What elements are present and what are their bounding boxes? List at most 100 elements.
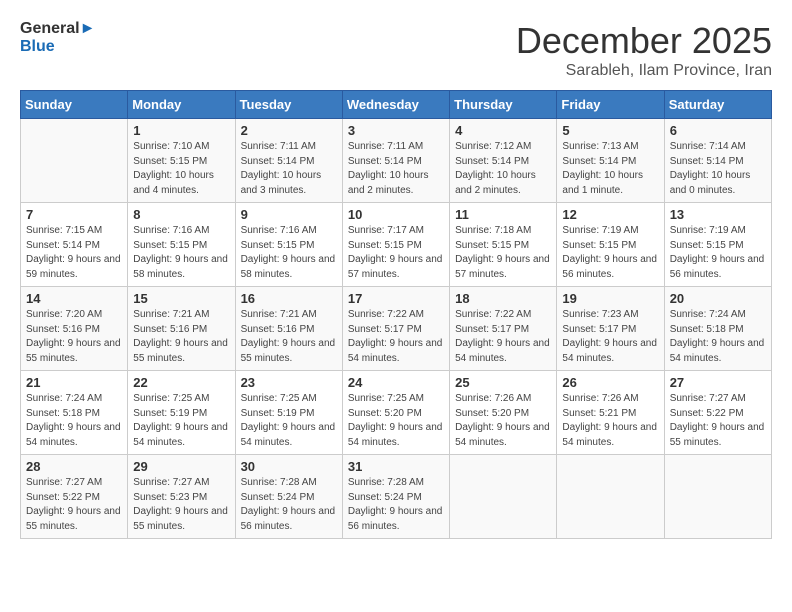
day-info: Sunrise: 7:13 AMSunset: 5:14 PMDaylight:… — [562, 141, 643, 196]
calendar-cell — [664, 455, 771, 539]
calendar-cell: 18 Sunrise: 7:22 AMSunset: 5:17 PMDaylig… — [450, 287, 557, 371]
day-number: 18 — [455, 291, 551, 306]
day-info: Sunrise: 7:28 AMSunset: 5:24 PMDaylight:… — [348, 477, 443, 532]
calendar-cell: 8 Sunrise: 7:16 AMSunset: 5:15 PMDayligh… — [128, 203, 235, 287]
calendar-cell: 16 Sunrise: 7:21 AMSunset: 5:16 PMDaylig… — [235, 287, 342, 371]
calendar-cell: 21 Sunrise: 7:24 AMSunset: 5:18 PMDaylig… — [21, 371, 128, 455]
calendar-cell: 11 Sunrise: 7:18 AMSunset: 5:15 PMDaylig… — [450, 203, 557, 287]
day-info: Sunrise: 7:18 AMSunset: 5:15 PMDaylight:… — [455, 225, 550, 280]
day-number: 2 — [241, 123, 337, 138]
calendar-cell: 17 Sunrise: 7:22 AMSunset: 5:17 PMDaylig… — [342, 287, 449, 371]
header-thursday: Thursday — [450, 91, 557, 119]
day-info: Sunrise: 7:17 AMSunset: 5:15 PMDaylight:… — [348, 225, 443, 280]
day-info: Sunrise: 7:10 AMSunset: 5:15 PMDaylight:… — [133, 141, 214, 196]
day-info: Sunrise: 7:22 AMSunset: 5:17 PMDaylight:… — [348, 309, 443, 364]
day-number: 7 — [26, 207, 122, 222]
day-number: 13 — [670, 207, 766, 222]
day-info: Sunrise: 7:26 AMSunset: 5:20 PMDaylight:… — [455, 393, 550, 448]
calendar-cell — [450, 455, 557, 539]
header-wednesday: Wednesday — [342, 91, 449, 119]
calendar-cell: 26 Sunrise: 7:26 AMSunset: 5:21 PMDaylig… — [557, 371, 664, 455]
day-info: Sunrise: 7:24 AMSunset: 5:18 PMDaylight:… — [670, 309, 765, 364]
calendar-table: SundayMondayTuesdayWednesdayThursdayFrid… — [20, 90, 772, 539]
month-title: December 2025 — [516, 20, 772, 62]
calendar-cell: 27 Sunrise: 7:27 AMSunset: 5:22 PMDaylig… — [664, 371, 771, 455]
day-number: 23 — [241, 375, 337, 390]
day-info: Sunrise: 7:11 AMSunset: 5:14 PMDaylight:… — [348, 141, 429, 196]
calendar-cell: 23 Sunrise: 7:25 AMSunset: 5:19 PMDaylig… — [235, 371, 342, 455]
day-number: 21 — [26, 375, 122, 390]
day-number: 6 — [670, 123, 766, 138]
day-number: 14 — [26, 291, 122, 306]
title-block: December 2025 Sarableh, Ilam Province, I… — [516, 20, 772, 80]
day-info: Sunrise: 7:12 AMSunset: 5:14 PMDaylight:… — [455, 141, 536, 196]
calendar-cell: 7 Sunrise: 7:15 AMSunset: 5:14 PMDayligh… — [21, 203, 128, 287]
day-info: Sunrise: 7:28 AMSunset: 5:24 PMDaylight:… — [241, 477, 336, 532]
calendar-cell: 30 Sunrise: 7:28 AMSunset: 5:24 PMDaylig… — [235, 455, 342, 539]
calendar-cell: 19 Sunrise: 7:23 AMSunset: 5:17 PMDaylig… — [557, 287, 664, 371]
header-sunday: Sunday — [21, 91, 128, 119]
calendar-cell: 5 Sunrise: 7:13 AMSunset: 5:14 PMDayligh… — [557, 119, 664, 203]
day-number: 8 — [133, 207, 229, 222]
calendar-cell: 3 Sunrise: 7:11 AMSunset: 5:14 PMDayligh… — [342, 119, 449, 203]
location-subtitle: Sarableh, Ilam Province, Iran — [516, 62, 772, 80]
day-number: 9 — [241, 207, 337, 222]
day-info: Sunrise: 7:23 AMSunset: 5:17 PMDaylight:… — [562, 309, 657, 364]
day-info: Sunrise: 7:25 AMSunset: 5:20 PMDaylight:… — [348, 393, 443, 448]
calendar-cell: 13 Sunrise: 7:19 AMSunset: 5:15 PMDaylig… — [664, 203, 771, 287]
day-number: 27 — [670, 375, 766, 390]
day-info: Sunrise: 7:26 AMSunset: 5:21 PMDaylight:… — [562, 393, 657, 448]
calendar-cell: 1 Sunrise: 7:10 AMSunset: 5:15 PMDayligh… — [128, 119, 235, 203]
day-info: Sunrise: 7:24 AMSunset: 5:18 PMDaylight:… — [26, 393, 121, 448]
page-header: General► Blue December 2025 Sarableh, Il… — [20, 20, 772, 80]
calendar-cell — [557, 455, 664, 539]
day-info: Sunrise: 7:25 AMSunset: 5:19 PMDaylight:… — [241, 393, 336, 448]
day-number: 26 — [562, 375, 658, 390]
day-info: Sunrise: 7:27 AMSunset: 5:22 PMDaylight:… — [26, 477, 121, 532]
calendar-cell: 31 Sunrise: 7:28 AMSunset: 5:24 PMDaylig… — [342, 455, 449, 539]
calendar-cell: 4 Sunrise: 7:12 AMSunset: 5:14 PMDayligh… — [450, 119, 557, 203]
logo: General► Blue — [20, 20, 95, 55]
day-info: Sunrise: 7:19 AMSunset: 5:15 PMDaylight:… — [562, 225, 657, 280]
day-number: 11 — [455, 207, 551, 222]
day-info: Sunrise: 7:21 AMSunset: 5:16 PMDaylight:… — [133, 309, 228, 364]
day-info: Sunrise: 7:16 AMSunset: 5:15 PMDaylight:… — [133, 225, 228, 280]
calendar-cell: 9 Sunrise: 7:16 AMSunset: 5:15 PMDayligh… — [235, 203, 342, 287]
calendar-cell: 20 Sunrise: 7:24 AMSunset: 5:18 PMDaylig… — [664, 287, 771, 371]
day-number: 24 — [348, 375, 444, 390]
calendar-cell: 15 Sunrise: 7:21 AMSunset: 5:16 PMDaylig… — [128, 287, 235, 371]
calendar-cell: 22 Sunrise: 7:25 AMSunset: 5:19 PMDaylig… — [128, 371, 235, 455]
day-number: 29 — [133, 459, 229, 474]
day-info: Sunrise: 7:22 AMSunset: 5:17 PMDaylight:… — [455, 309, 550, 364]
day-number: 30 — [241, 459, 337, 474]
day-number: 19 — [562, 291, 658, 306]
day-number: 15 — [133, 291, 229, 306]
day-info: Sunrise: 7:19 AMSunset: 5:15 PMDaylight:… — [670, 225, 765, 280]
calendar-cell: 2 Sunrise: 7:11 AMSunset: 5:14 PMDayligh… — [235, 119, 342, 203]
day-number: 28 — [26, 459, 122, 474]
day-info: Sunrise: 7:16 AMSunset: 5:15 PMDaylight:… — [241, 225, 336, 280]
calendar-cell — [21, 119, 128, 203]
day-number: 3 — [348, 123, 444, 138]
day-info: Sunrise: 7:27 AMSunset: 5:23 PMDaylight:… — [133, 477, 228, 532]
day-info: Sunrise: 7:20 AMSunset: 5:16 PMDaylight:… — [26, 309, 121, 364]
day-number: 5 — [562, 123, 658, 138]
calendar-cell: 29 Sunrise: 7:27 AMSunset: 5:23 PMDaylig… — [128, 455, 235, 539]
calendar-cell: 25 Sunrise: 7:26 AMSunset: 5:20 PMDaylig… — [450, 371, 557, 455]
day-info: Sunrise: 7:25 AMSunset: 5:19 PMDaylight:… — [133, 393, 228, 448]
calendar-cell: 28 Sunrise: 7:27 AMSunset: 5:22 PMDaylig… — [21, 455, 128, 539]
calendar-cell: 12 Sunrise: 7:19 AMSunset: 5:15 PMDaylig… — [557, 203, 664, 287]
day-number: 16 — [241, 291, 337, 306]
day-number: 1 — [133, 123, 229, 138]
day-number: 17 — [348, 291, 444, 306]
calendar-cell: 24 Sunrise: 7:25 AMSunset: 5:20 PMDaylig… — [342, 371, 449, 455]
day-number: 31 — [348, 459, 444, 474]
day-number: 10 — [348, 207, 444, 222]
day-number: 4 — [455, 123, 551, 138]
day-number: 22 — [133, 375, 229, 390]
day-info: Sunrise: 7:21 AMSunset: 5:16 PMDaylight:… — [241, 309, 336, 364]
day-number: 25 — [455, 375, 551, 390]
calendar-cell: 6 Sunrise: 7:14 AMSunset: 5:14 PMDayligh… — [664, 119, 771, 203]
calendar-cell: 14 Sunrise: 7:20 AMSunset: 5:16 PMDaylig… — [21, 287, 128, 371]
header-friday: Friday — [557, 91, 664, 119]
